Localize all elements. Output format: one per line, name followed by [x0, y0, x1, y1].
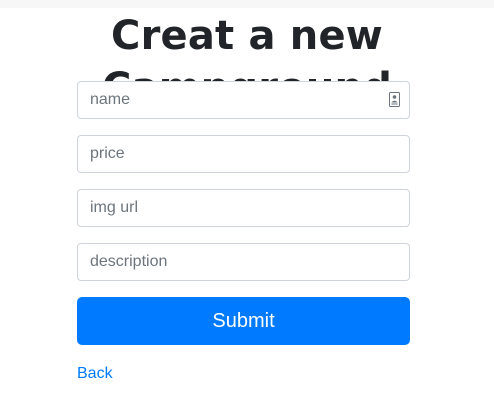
img-url-input[interactable]	[77, 189, 410, 227]
submit-button[interactable]: Submit	[77, 297, 410, 345]
price-input[interactable]	[77, 135, 410, 173]
name-input[interactable]	[77, 81, 410, 119]
contact-card-icon[interactable]	[389, 92, 400, 107]
description-input[interactable]	[77, 243, 410, 281]
back-link[interactable]: Back	[77, 364, 113, 384]
top-bar	[0, 0, 494, 8]
